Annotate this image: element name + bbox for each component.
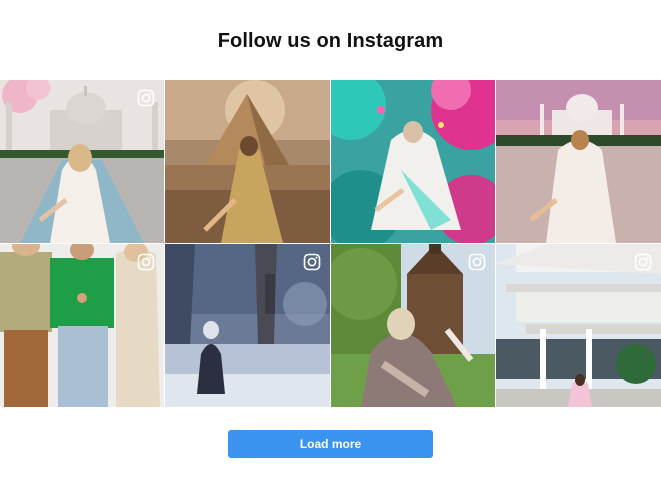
- instagram-post[interactable]: [331, 80, 495, 243]
- post-image: [331, 80, 495, 243]
- instagram-post[interactable]: [331, 244, 495, 407]
- instagram-icon: [137, 89, 155, 107]
- post-image: [165, 80, 330, 243]
- instagram-feed-grid: [0, 80, 661, 408]
- page-title: Follow us on Instagram: [217, 30, 444, 52]
- instagram-post[interactable]: [0, 244, 164, 407]
- load-more-button[interactable]: Load more: [228, 430, 433, 458]
- instagram-post[interactable]: [496, 80, 661, 243]
- post-image: [496, 80, 661, 243]
- instagram-post[interactable]: [165, 244, 330, 407]
- instagram-post[interactable]: [496, 244, 661, 407]
- instagram-icon: [303, 253, 321, 271]
- instagram-icon: [137, 253, 155, 271]
- instagram-icon: [468, 253, 486, 271]
- instagram-post[interactable]: [165, 80, 330, 243]
- instagram-post[interactable]: [0, 80, 164, 243]
- instagram-icon: [634, 253, 652, 271]
